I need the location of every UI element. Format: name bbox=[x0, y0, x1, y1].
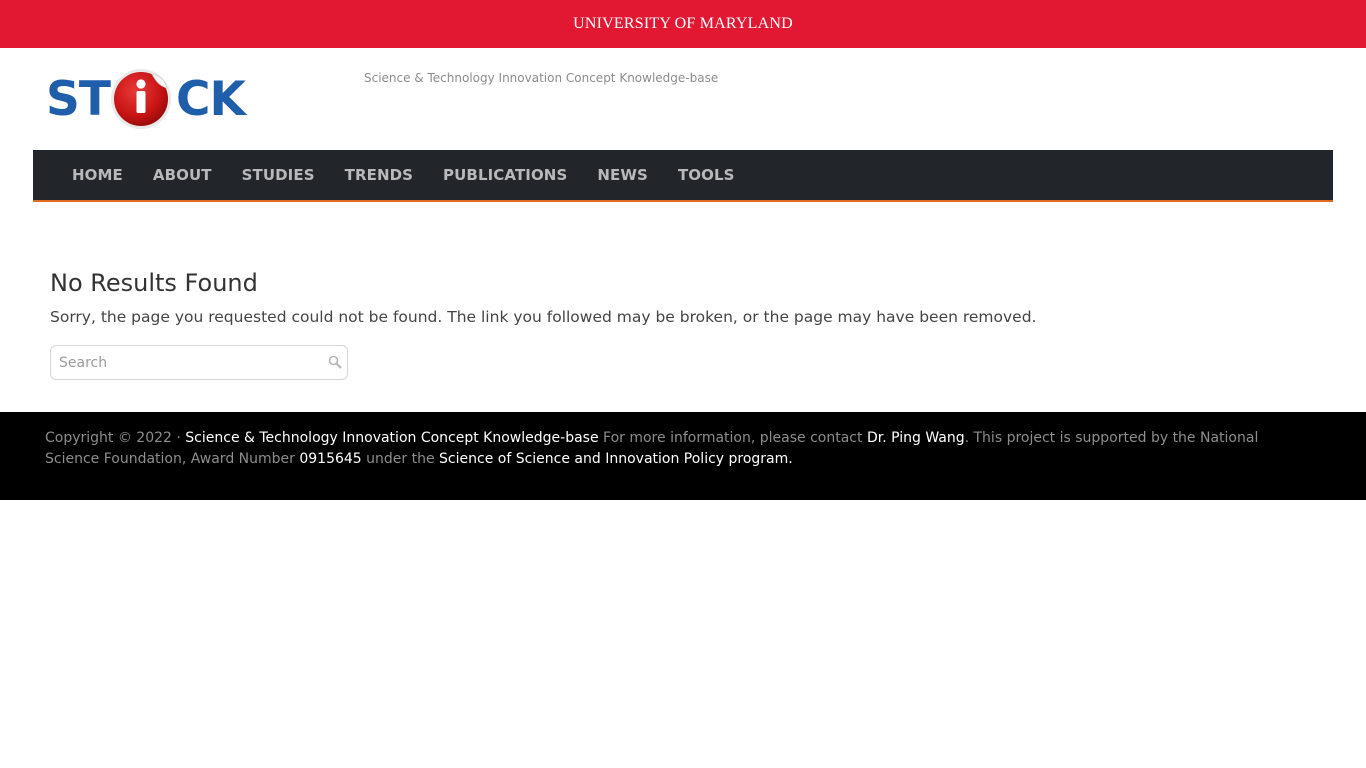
footer-contact-prefix: For more information, please contact bbox=[598, 430, 867, 446]
nav-item-trends[interactable]: TRENDS bbox=[345, 166, 413, 184]
university-top-bar: UNIVERSITY OF MARYLAND bbox=[0, 0, 1366, 48]
footer-contact-link[interactable]: Dr. Ping Wang bbox=[867, 430, 965, 446]
main-content: No Results Found Sorry, the page you req… bbox=[50, 268, 1320, 380]
site-header: ST CK Science & Technology Innovation Co… bbox=[0, 48, 1366, 150]
nav-item-home[interactable]: HOME bbox=[72, 166, 123, 184]
site-footer: Copyright © 2022 · Science & Technology … bbox=[0, 412, 1366, 500]
logo-text-left: ST bbox=[46, 72, 111, 127]
site-tagline: Science & Technology Innovation Concept … bbox=[364, 71, 719, 85]
logo-i-badge-icon bbox=[111, 69, 171, 129]
footer-program-link[interactable]: Science of Science and Innovation Policy… bbox=[439, 451, 793, 467]
nav-item-studies[interactable]: STUDIES bbox=[242, 166, 315, 184]
nav-item-news[interactable]: NEWS bbox=[597, 166, 648, 184]
footer-program-prefix: under the bbox=[361, 451, 440, 467]
nav-item-about[interactable]: ABOUT bbox=[153, 166, 212, 184]
search-input[interactable] bbox=[51, 346, 329, 379]
logo-text-right: CK bbox=[176, 72, 246, 127]
footer-copyright: Copyright © 2022 · bbox=[45, 430, 186, 446]
main-navigation: HOME ABOUT STUDIES TRENDS PUBLICATIONS N… bbox=[33, 150, 1333, 202]
search-form bbox=[50, 345, 348, 380]
page-title: No Results Found bbox=[50, 269, 258, 297]
not-found-message: Sorry, the page you requested could not … bbox=[50, 308, 1037, 326]
nav-item-tools[interactable]: TOOLS bbox=[678, 166, 735, 184]
footer-award-link[interactable]: 0915645 bbox=[299, 451, 361, 467]
footer-text: Copyright © 2022 · Science & Technology … bbox=[45, 428, 1305, 470]
search-icon[interactable] bbox=[327, 354, 343, 370]
site-logo[interactable]: ST CK bbox=[46, 62, 246, 134]
footer-site-link[interactable]: Science & Technology Innovation Concept … bbox=[185, 430, 598, 446]
university-link[interactable]: UNIVERSITY OF MARYLAND bbox=[573, 15, 793, 33]
nav-item-publications[interactable]: PUBLICATIONS bbox=[443, 166, 567, 184]
